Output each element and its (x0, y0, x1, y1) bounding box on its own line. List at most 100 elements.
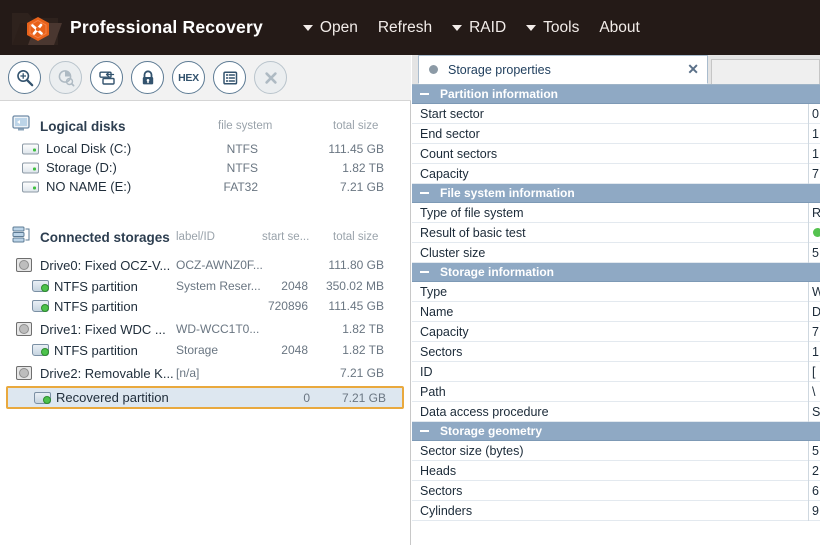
tree-row-drive[interactable]: Drive1: Fixed WDC ... WD-WCC1T0... 1.82 … (0, 318, 410, 340)
logical-disk-name: Storage (D:) (46, 160, 117, 175)
storage-name: Drive0: Fixed OCZ-V... (40, 257, 171, 273)
menu-item-open[interactable]: Open (293, 15, 368, 41)
storage-total-size: 350.02 MB (325, 279, 384, 293)
section-header-storage-information[interactable]: Storage information (412, 263, 820, 282)
chevron-down-icon (452, 24, 463, 31)
partition-icon (32, 300, 49, 312)
logical-disks-header: Logical disks file system total size (0, 113, 410, 139)
magnifier-icon[interactable] (8, 61, 41, 94)
menu-item-about-label: About (599, 18, 640, 36)
list-icon[interactable] (213, 61, 246, 94)
properties-panel: Storage properties ✕ Partition informati… (412, 55, 820, 545)
property-key: Capacity (420, 324, 469, 339)
section-header-partition-information[interactable]: Partition information (412, 85, 820, 104)
toolbar: HEX (0, 55, 411, 101)
property-row: Cluster size 5 (412, 242, 820, 263)
logical-disk-file-system: NTFS (226, 141, 258, 156)
properties-list: Partition information Start sector 0 End… (412, 85, 820, 545)
menu-item-tools[interactable]: Tools (516, 15, 589, 41)
property-value: [ (808, 361, 820, 382)
menu-item-raid-label: RAID (469, 18, 507, 36)
property-key: Sectors (420, 483, 463, 498)
property-key: Count sectors (420, 146, 498, 161)
property-value: 5 (808, 440, 820, 461)
column-header-file-system: file system (218, 120, 273, 132)
property-value: 6 (808, 480, 820, 501)
menu-item-about[interactable]: About (589, 15, 650, 41)
property-row: Data access procedure S (412, 401, 820, 422)
property-key: Sector size (bytes) (420, 443, 524, 458)
hex-icon[interactable]: HEX (172, 61, 205, 94)
storage-name: Drive2: Removable K... (40, 365, 174, 381)
lock-icon[interactable] (131, 61, 164, 94)
property-key: ID (420, 364, 433, 379)
section-title: Storage information (440, 265, 555, 279)
hex-label: HEX (178, 71, 199, 84)
menu-item-refresh[interactable]: Refresh (368, 15, 442, 41)
property-row: Type W (412, 281, 820, 302)
section-header-storage-geometry[interactable]: Storage geometry (412, 422, 820, 441)
property-value: W (808, 281, 820, 302)
tab-strip-filler (711, 59, 820, 84)
disk-copy-icon[interactable] (90, 61, 123, 94)
storage-label-id: [n/a] (176, 366, 200, 380)
tree-row-partition[interactable]: NTFS partition 720896 111.45 GB (0, 296, 410, 316)
partition-icon (32, 280, 49, 292)
logical-disk-total-size: 111.45 GB (328, 141, 384, 156)
property-value: 7 (808, 163, 820, 184)
property-key: Heads (420, 463, 457, 478)
logical-disk-name: NO NAME (E:) (46, 179, 132, 194)
storage-name: NTFS partition (54, 342, 138, 358)
storage-start-sector: 0 (303, 390, 310, 405)
property-row: Capacity 7 (412, 163, 820, 184)
list-item[interactable]: Storage (D:) NTFS 1.82 TB (0, 158, 410, 177)
section-header-file-system-information[interactable]: File system information (412, 184, 820, 203)
tree-row-partition-selected[interactable]: Recovered partition 0 7.21 GB (6, 386, 404, 409)
property-row: Count sectors 1 (412, 143, 820, 164)
storage-total-size: 111.45 GB (328, 299, 384, 313)
column-header-total-size: total size (333, 231, 379, 243)
status-green-dot-icon (813, 228, 820, 237)
logical-disk-name: Local Disk (C:) (46, 141, 132, 156)
property-value: 1 (808, 143, 820, 164)
tab-storage-properties[interactable]: Storage properties ✕ (418, 55, 708, 84)
menu-item-tools-label: Tools (543, 18, 580, 36)
property-value: D (808, 301, 820, 322)
computer-monitor-icon (12, 115, 31, 137)
menu-item-raid[interactable]: RAID (442, 15, 516, 41)
storage-name: NTFS partition (54, 278, 138, 294)
storage-name: Recovered partition (56, 390, 169, 405)
disk-icon (22, 143, 39, 154)
connected-storages-header: Connected storages label/ID start se... … (0, 224, 410, 250)
property-row: Result of basic test (412, 222, 820, 243)
property-key: Type (420, 284, 448, 299)
list-item[interactable]: Local Disk (C:) NTFS 111.45 GB (0, 139, 410, 158)
minus-icon[interactable] (420, 430, 429, 432)
logical-disks-group: Logical disks file system total size Loc… (0, 113, 410, 196)
property-row: Name D (412, 301, 820, 322)
close-icon[interactable]: ✕ (687, 61, 699, 78)
section-title: Storage geometry (440, 424, 543, 438)
minus-icon[interactable] (420, 192, 429, 194)
property-row: Type of file system R (412, 202, 820, 223)
menu-item-refresh-label: Refresh (377, 18, 433, 36)
minus-icon[interactable] (420, 271, 429, 273)
tree-row-drive[interactable]: Drive0: Fixed OCZ-V... OCZ-AWNZ0F... 111… (0, 254, 410, 276)
property-value: 1 (808, 341, 820, 362)
property-key: Type of file system (420, 205, 524, 220)
storage-tree-panel: Logical disks file system total size Loc… (0, 101, 411, 545)
tree-row-partition[interactable]: NTFS partition System Reser... 2048 350.… (0, 276, 410, 296)
storage-total-size: 1.82 TB (342, 343, 384, 357)
drive-icon (16, 366, 32, 380)
application-window: Professional Recovery Open Refresh RAID … (0, 0, 820, 545)
menu-item-open-label: Open (319, 18, 358, 36)
tree-row-drive[interactable]: Drive2: Removable K... [n/a] 7.21 GB (0, 362, 410, 384)
logical-disk-total-size: 1.82 TB (342, 160, 384, 175)
property-value: 0 (808, 103, 820, 124)
minus-icon[interactable] (420, 93, 429, 95)
list-item[interactable]: NO NAME (E:) FAT32 7.21 GB (0, 177, 410, 196)
storage-label-id: Storage (176, 343, 219, 357)
property-value-status (808, 222, 820, 243)
tree-row-partition[interactable]: NTFS partition Storage 2048 1.82 TB (0, 340, 410, 360)
property-row: Sectors 1 (412, 341, 820, 362)
